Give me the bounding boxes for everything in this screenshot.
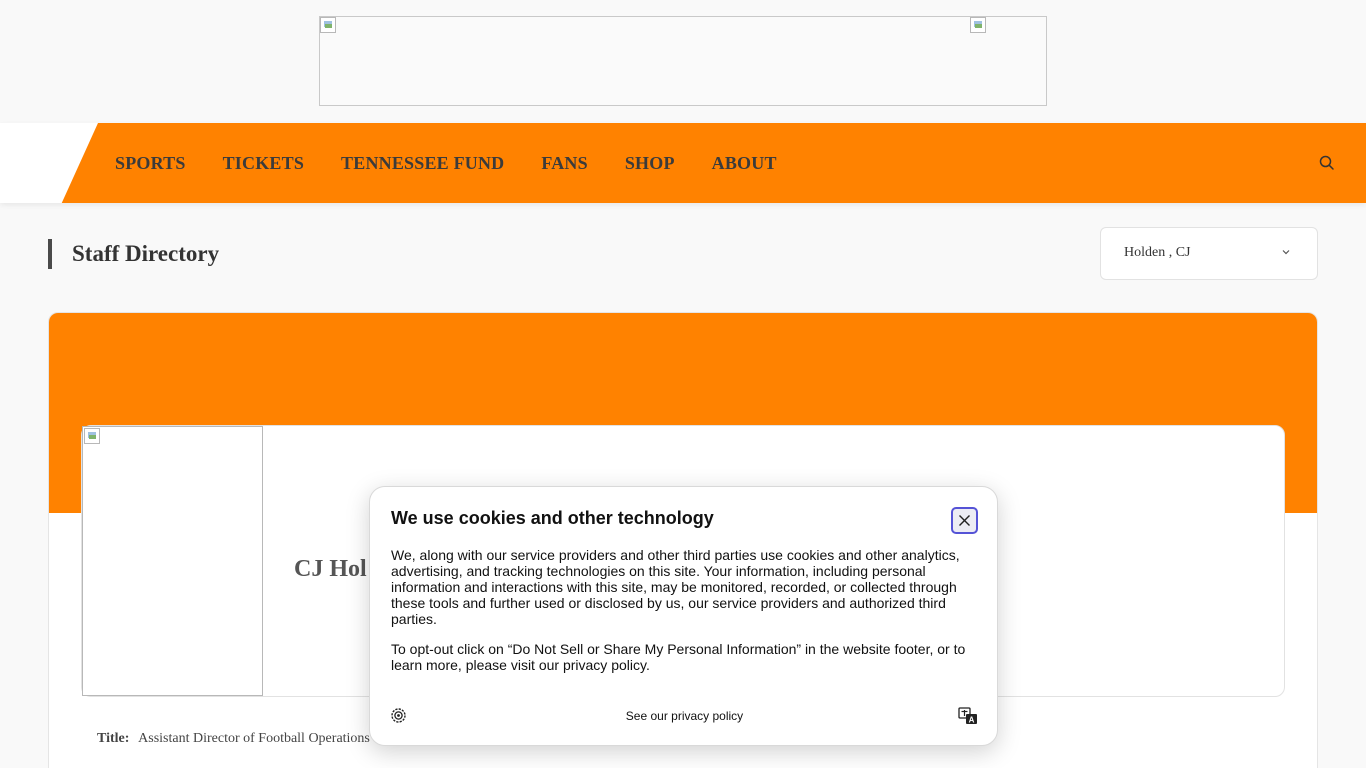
broken-image-icon bbox=[970, 17, 986, 33]
main-navigation: SPORTS TICKETS TENNESSEE FUND FANS SHOP … bbox=[0, 123, 1366, 203]
nav-item-sports[interactable]: SPORTS bbox=[115, 153, 186, 174]
staff-title-label: Title: bbox=[97, 731, 130, 746]
staff-title-value: Assistant Director of Football Operation… bbox=[138, 731, 370, 746]
privacy-policy-link[interactable]: See our privacy policy bbox=[370, 709, 999, 723]
nav-menu: SPORTS TICKETS TENNESSEE FUND FANS SHOP … bbox=[115, 123, 777, 203]
staff-name: CJ Hol bbox=[294, 556, 367, 582]
nav-item-tennessee-fund[interactable]: TENNESSEE FUND bbox=[341, 153, 504, 174]
broken-image-icon bbox=[84, 428, 100, 444]
page-title: Staff Directory bbox=[72, 241, 220, 266]
cookie-dialog-optout-text: To opt-out click on “Do Not Sell or Shar… bbox=[391, 641, 966, 673]
nav-item-about[interactable]: ABOUT bbox=[712, 153, 777, 174]
staff-photo bbox=[82, 426, 263, 696]
search-icon bbox=[1319, 155, 1334, 170]
staff-select-dropdown[interactable]: Holden , CJ bbox=[1100, 227, 1318, 280]
staff-title-row: Title: Assistant Director of Football Op… bbox=[97, 731, 370, 747]
advertisement-banner[interactable] bbox=[319, 16, 1047, 106]
broken-image-icon bbox=[320, 17, 336, 33]
cookie-close-button[interactable] bbox=[951, 507, 978, 534]
nav-item-shop[interactable]: SHOP bbox=[625, 153, 675, 174]
chevron-down-icon bbox=[1282, 250, 1290, 255]
cookie-dialog-title: We use cookies and other technology bbox=[391, 508, 714, 528]
svg-text:A: A bbox=[969, 715, 975, 724]
close-icon bbox=[959, 515, 970, 526]
logo-area[interactable] bbox=[0, 123, 98, 203]
cookie-consent-dialog: We use cookies and other technology We, … bbox=[369, 486, 998, 746]
translate-icon[interactable]: A bbox=[958, 706, 978, 726]
nav-item-tickets[interactable]: TICKETS bbox=[223, 153, 304, 174]
staff-select-value: Holden , CJ bbox=[1124, 245, 1191, 260]
search-button[interactable] bbox=[1318, 154, 1336, 172]
nav-item-fans[interactable]: FANS bbox=[541, 153, 587, 174]
page-title-wrap: Staff Directory bbox=[48, 239, 219, 269]
top-banner bbox=[0, 0, 1366, 123]
cookie-dialog-body: We, along with our service providers and… bbox=[391, 547, 960, 627]
